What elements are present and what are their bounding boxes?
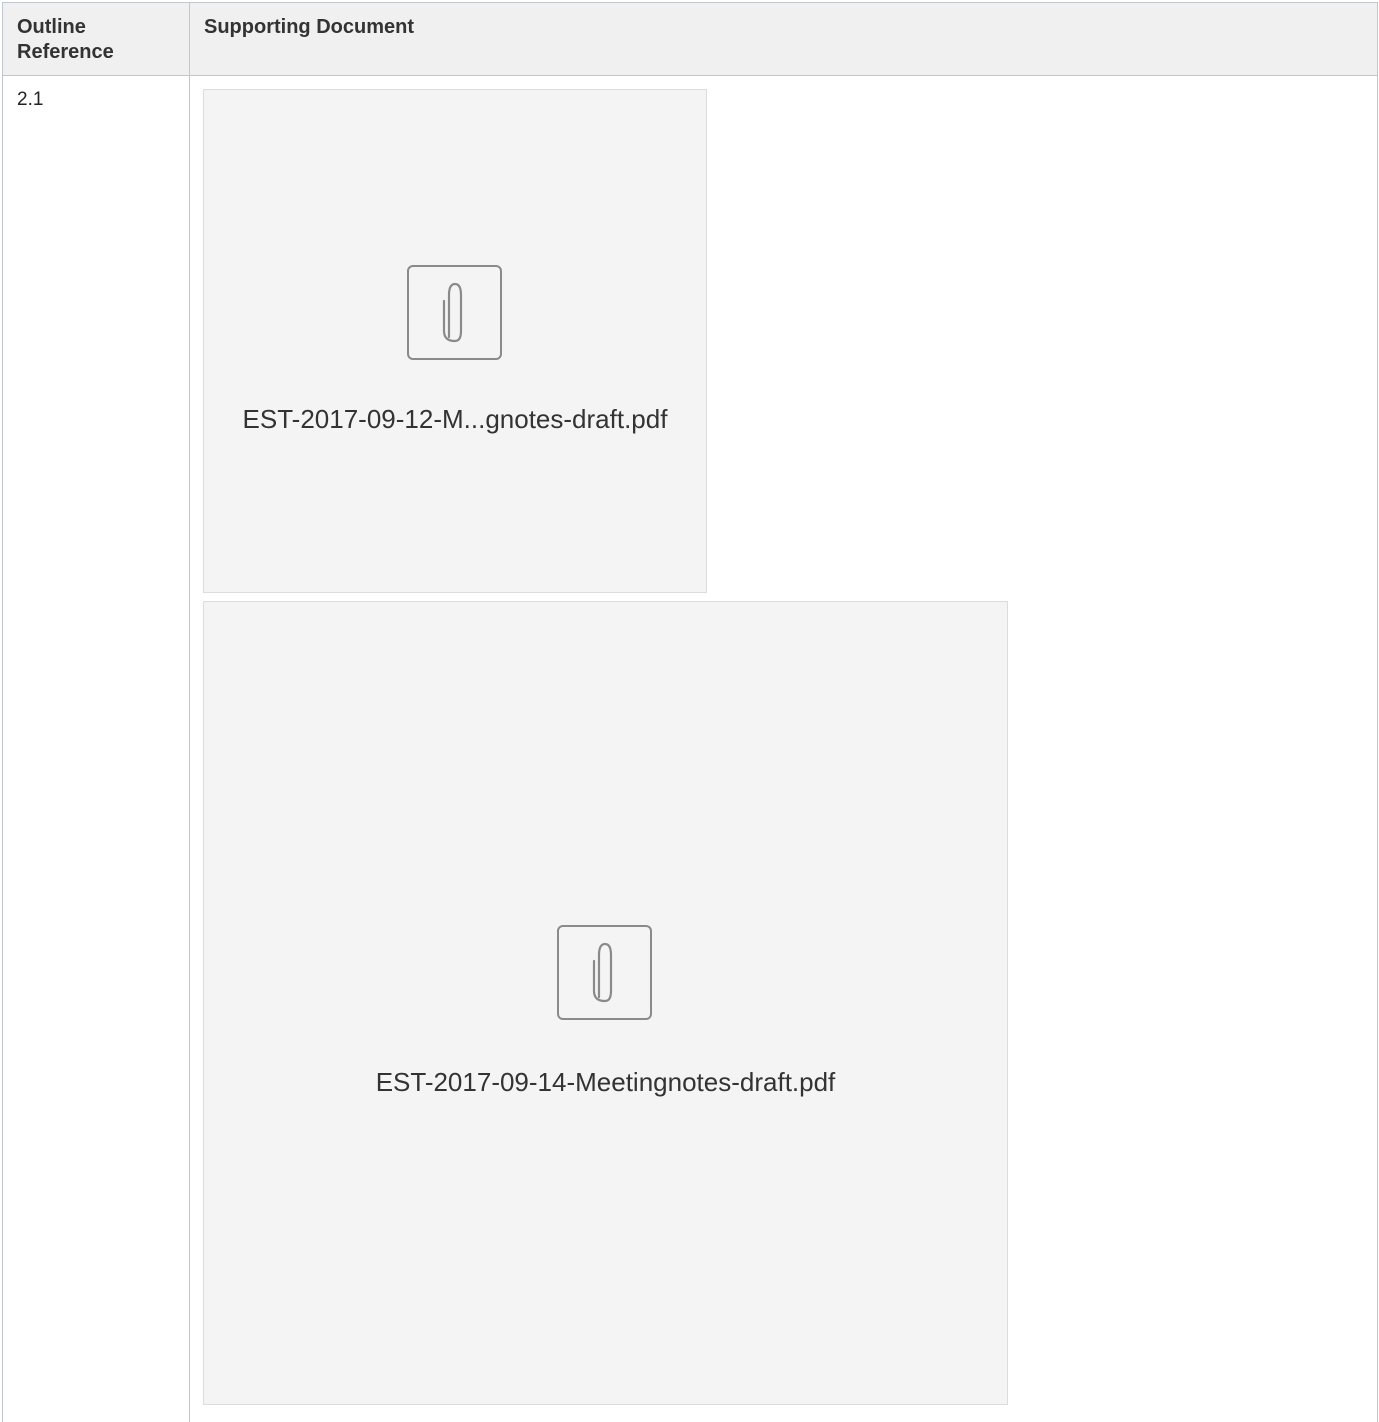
header-supporting-document: Supporting Document <box>204 16 414 38</box>
outline-reference-cell: 2.1 <box>17 89 44 110</box>
attachment-preview-1[interactable]: EST-2017-09-12-M...gnotes-draft.pdf <box>203 89 707 593</box>
attachment-filename: EST-2017-09-14-Meetingnotes-draft.pdf <box>375 1067 836 1097</box>
paperclip-icon <box>557 925 652 1020</box>
column-divider <box>189 3 190 1422</box>
paperclip-icon <box>407 265 502 360</box>
header-outline-reference: Outline Reference <box>17 16 114 63</box>
attachment-preview-2[interactable]: EST-2017-09-14-Meetingnotes-draft.pdf <box>203 601 1008 1405</box>
table-header-row: Outline Reference Supporting Document <box>3 3 1377 76</box>
attachment-filename: EST-2017-09-12-M...gnotes-draft.pdf <box>242 404 668 434</box>
